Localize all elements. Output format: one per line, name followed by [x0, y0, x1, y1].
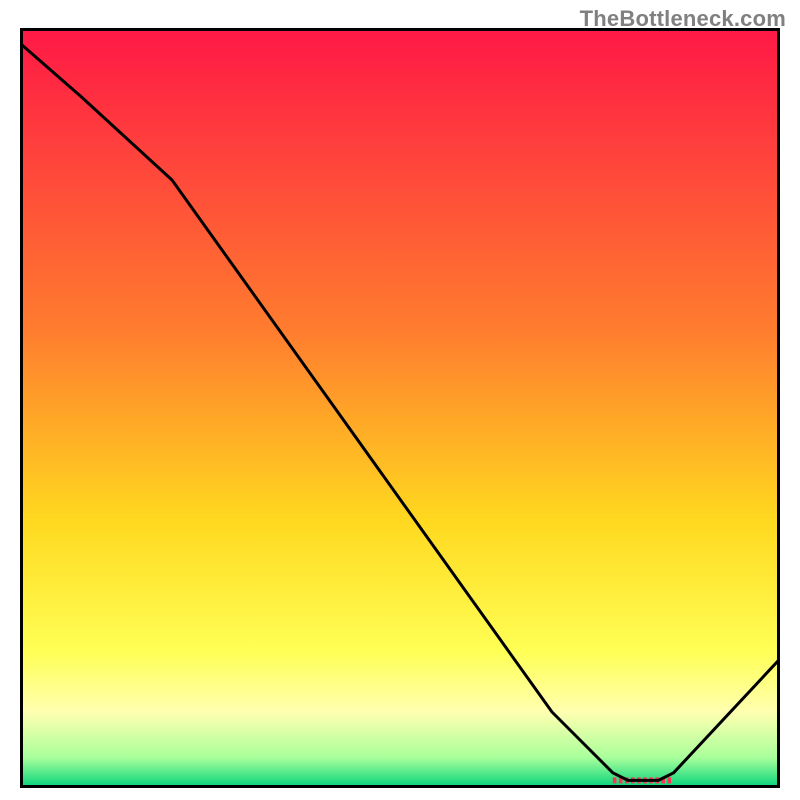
chart-container: TheBottleneck.com [0, 0, 800, 800]
plot-background [20, 28, 780, 788]
bottleneck-chart [20, 28, 780, 788]
